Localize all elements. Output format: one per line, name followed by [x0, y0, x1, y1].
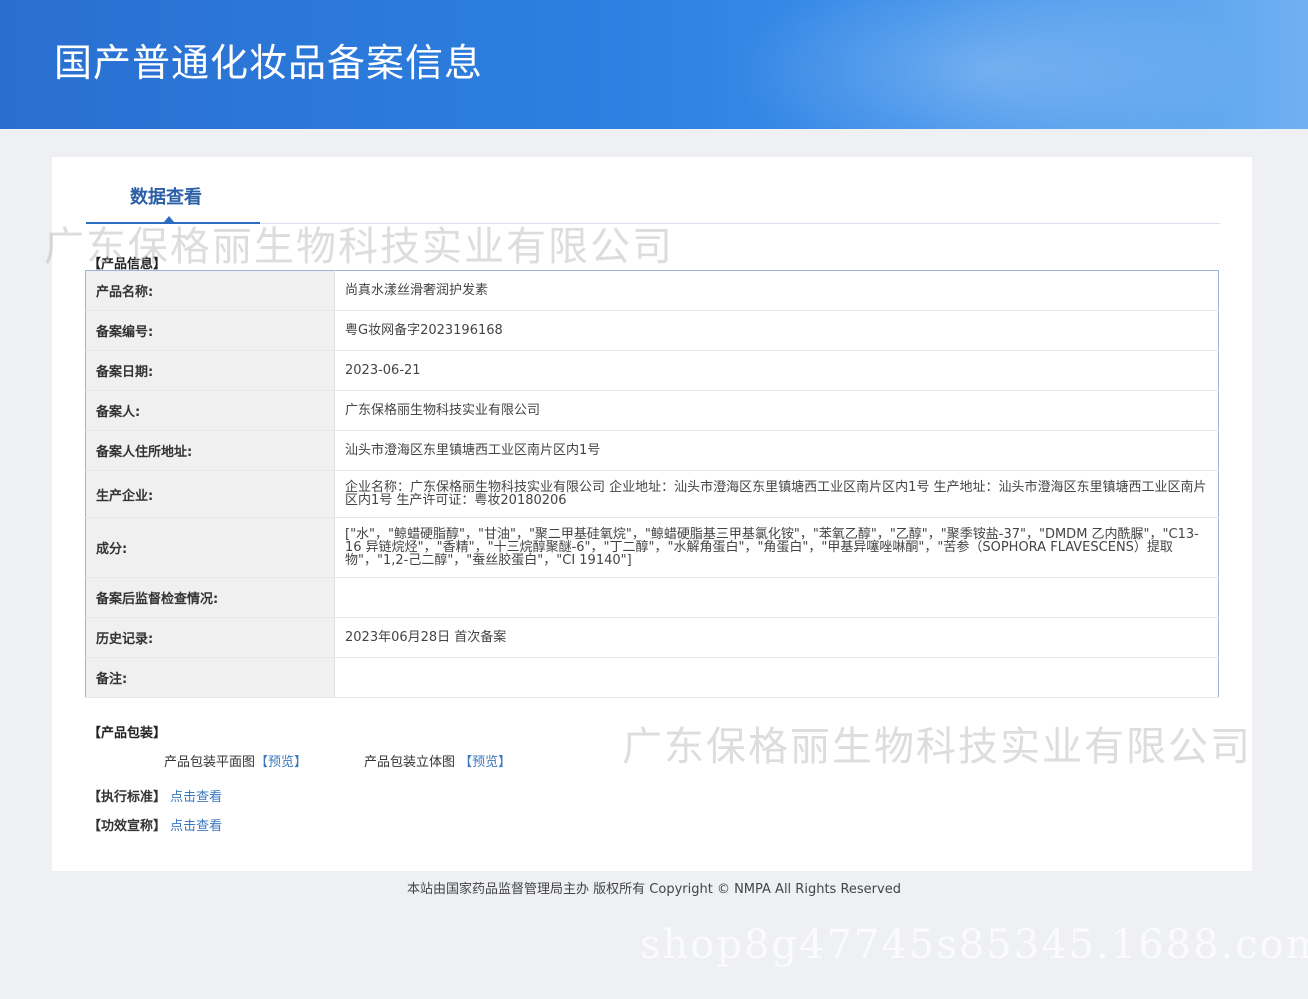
row-label: 备案人: [85, 390, 335, 431]
row-value: 尚真水漾丝滑奢润护发素 [334, 270, 1219, 311]
row-label: 产品名称: [85, 270, 335, 311]
packaging-flat-preview-link[interactable]: 【预览】 [255, 755, 307, 770]
table-row: 备案日期: 2023-06-21 [85, 350, 1219, 391]
packaging-stereo-label: 产品包装立体图 [364, 755, 456, 770]
row-label: 历史记录: [85, 617, 335, 658]
table-row: 备案人: 广东保格丽生物科技实业有限公司 [85, 390, 1219, 431]
table-row: 历史记录: 2023年06月28日 首次备案 [85, 617, 1219, 658]
efficacy-label: 【功效宣称】 [88, 819, 167, 834]
packaging-flat-label: 产品包装平面图 [164, 755, 256, 770]
table-row: 生产企业: 企业名称：广东保格丽生物科技实业有限公司 企业地址：汕头市澄海区东里… [85, 470, 1219, 518]
row-value: 2023年06月28日 首次备案 [334, 617, 1219, 658]
efficacy-link[interactable]: 点击查看 [170, 819, 222, 834]
footer-copyright: 本站由国家药品监督管理局主办 版权所有 Copyright © NMPA All… [407, 882, 901, 897]
row-label: 备注: [85, 657, 335, 698]
packaging-stereo-preview-link[interactable]: 【预览】 [459, 755, 511, 770]
row-value: 汕头市澄海区东里镇塘西工业区南片区内1号 [334, 430, 1219, 471]
banner-decoration [728, 0, 1248, 129]
row-label: 备案日期: [85, 350, 335, 391]
row-value: 粤G妆网备字2023196168 [334, 310, 1219, 351]
table-row: 备案编号: 粤G妆网备字2023196168 [85, 310, 1219, 351]
row-value [334, 657, 1219, 698]
row-label: 备案人住所地址: [85, 430, 335, 471]
packaging-title: 【产品包装】 [88, 726, 167, 741]
page-title: 国产普通化妆品备案信息 [54, 41, 484, 85]
row-value [334, 577, 1219, 618]
packaging-stereo-row: 产品包装立体图 【预览】 [364, 751, 511, 770]
efficacy-row: 【功效宣称】 点击查看 [88, 815, 222, 834]
table-row: 备案人住所地址: 汕头市澄海区东里镇塘西工业区南片区内1号 [85, 430, 1219, 471]
row-label: 成分: [85, 517, 335, 578]
watermark-company-bottom: 广东保格丽生物科技实业有限公司 [622, 724, 1252, 770]
header-banner: 国产普通化妆品备案信息 [0, 0, 1308, 129]
product-info-table: 产品名称: 尚真水漾丝滑奢润护发素 备案编号: 粤G妆网备字2023196168… [85, 270, 1219, 698]
packaging-flat-row: 产品包装平面图【预览】 [164, 751, 307, 770]
tab-data-view[interactable]: 数据查看 [130, 183, 202, 209]
row-value: 广东保格丽生物科技实业有限公司 [334, 390, 1219, 431]
table-row: 备注: [85, 657, 1219, 698]
row-label: 备案后监督检查情况: [85, 577, 335, 618]
row-value: ["水"，"鲸蜡硬脂醇"，"甘油"，"聚二甲基硅氧烷"，"鲸蜡硬脂基三甲基氯化铵… [334, 517, 1219, 578]
table-row: 备案后监督检查情况: [85, 577, 1219, 618]
standard-label: 【执行标准】 [88, 790, 167, 805]
table-row: 成分: ["水"，"鲸蜡硬脂醇"，"甘油"，"聚二甲基硅氧烷"，"鲸蜡硬脂基三甲… [85, 517, 1219, 578]
row-label: 备案编号: [85, 310, 335, 351]
watermark-shop: shop8g47745s85345.1688.com [640, 922, 1308, 968]
standard-link[interactable]: 点击查看 [170, 790, 222, 805]
row-value: 2023-06-21 [334, 350, 1219, 391]
row-value: 企业名称：广东保格丽生物科技实业有限公司 企业地址：汕头市澄海区东里镇塘西工业区… [334, 470, 1219, 518]
table-row: 产品名称: 尚真水漾丝滑奢润护发素 [85, 270, 1219, 311]
standard-row: 【执行标准】 点击查看 [88, 786, 222, 805]
row-label: 生产企业: [85, 470, 335, 518]
watermark-company-top: 广东保格丽生物科技实业有限公司 [44, 224, 674, 270]
